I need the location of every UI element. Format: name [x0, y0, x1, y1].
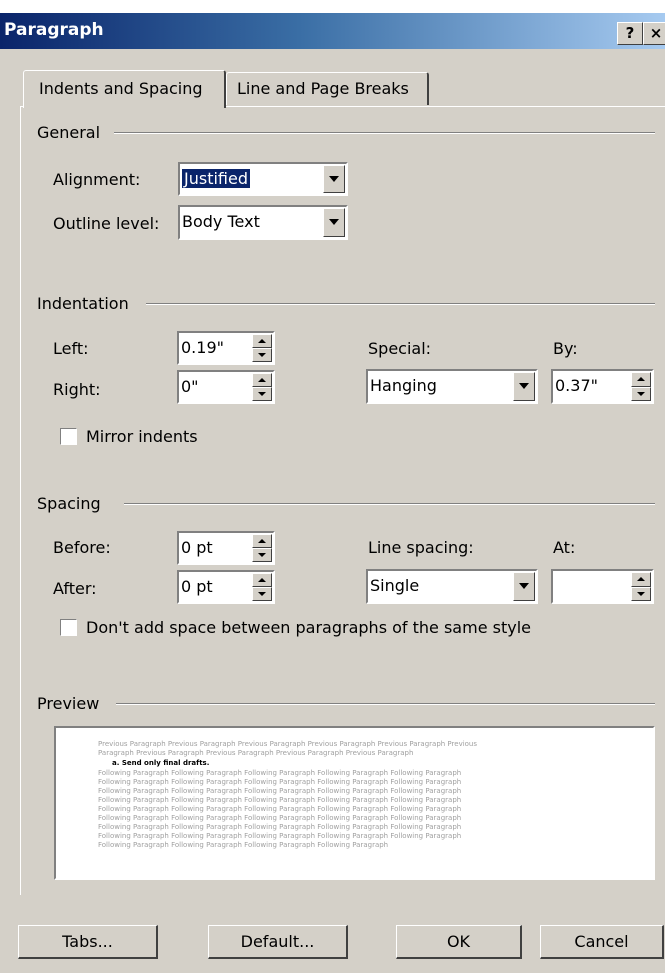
spin-up-icon[interactable]: [631, 372, 651, 387]
close-icon: ×: [649, 24, 663, 42]
spin-up-icon[interactable]: [252, 573, 272, 587]
general-separator: [114, 132, 655, 134]
dont-add-space-label[interactable]: Don't add space between paragraphs of th…: [86, 618, 531, 637]
chevron-down-icon: [519, 383, 529, 389]
mirror-indents-checkbox[interactable]: [60, 428, 77, 445]
preview-following-line: Following Paragraph Following Paragraph …: [98, 787, 462, 795]
spin-down-icon[interactable]: [252, 348, 272, 362]
preview-group-label: Preview: [37, 694, 100, 713]
outline-dropdown-button[interactable]: [323, 208, 345, 237]
special-dropdown-button[interactable]: [513, 372, 535, 401]
spin-down-icon[interactable]: [252, 587, 272, 601]
right-indent-value: 0": [181, 377, 199, 396]
spin-down-icon[interactable]: [252, 387, 272, 401]
by-spinner[interactable]: 0.37": [551, 369, 654, 404]
spin-up-icon[interactable]: [631, 572, 651, 587]
tab-label: Indents and Spacing: [39, 79, 203, 98]
general-group-label: General: [37, 123, 101, 142]
preview-following-line: Following Paragraph Following Paragraph …: [98, 796, 462, 804]
preview-following-line: Following Paragraph Following Paragraph …: [98, 778, 462, 786]
at-spin-buttons[interactable]: [631, 572, 651, 601]
special-select[interactable]: Hanging: [366, 369, 538, 404]
chevron-down-icon: [329, 219, 339, 225]
outline-level-label: Outline level:: [53, 214, 160, 233]
spin-down-icon[interactable]: [252, 548, 272, 562]
help-button[interactable]: ?: [617, 22, 643, 45]
indentation-separator: [146, 303, 655, 305]
line-spacing-value: Single: [370, 576, 420, 595]
spin-up-icon[interactable]: [252, 534, 272, 548]
title-bar[interactable]: Paragraph ? ×: [0, 13, 665, 49]
tabs-button[interactable]: Tabs...: [18, 925, 158, 959]
alignment-label: Alignment:: [53, 170, 141, 189]
tab-indents-and-spacing[interactable]: Indents and Spacing: [23, 70, 226, 108]
mirror-indents-label[interactable]: Mirror indents: [86, 427, 198, 446]
left-indent-spinner[interactable]: 0.19": [177, 331, 275, 365]
preview-following-line: Following Paragraph Following Paragraph …: [98, 769, 462, 777]
outline-level-select[interactable]: Body Text: [178, 205, 348, 240]
alignment-dropdown-button[interactable]: [323, 165, 345, 193]
preview-previous-line: Paragraph Previous Paragraph Previous Pa…: [98, 749, 414, 757]
before-label: Before:: [53, 538, 111, 557]
alignment-value: Justified: [181, 168, 251, 189]
line-spacing-label: Line spacing:: [368, 538, 474, 557]
by-spin-buttons[interactable]: [631, 372, 651, 401]
preview-following-line: Following Paragraph Following Paragraph …: [98, 832, 462, 840]
line-spacing-select[interactable]: Single: [366, 569, 538, 604]
after-spinner[interactable]: 0 pt: [177, 570, 275, 604]
preview-following-line: Following Paragraph Following Paragraph …: [98, 805, 462, 813]
preview-box: Previous Paragraph Previous Paragraph Pr…: [54, 726, 655, 880]
at-spinner[interactable]: [551, 569, 654, 604]
by-value: 0.37": [555, 376, 598, 395]
preview-following-line: Following Paragraph Following Paragraph …: [98, 841, 389, 849]
spacing-separator: [124, 503, 655, 505]
dont-add-space-checkbox[interactable]: [60, 619, 77, 636]
chevron-down-icon: [519, 583, 529, 589]
preview-current-paragraph: a. Send only final drafts.: [112, 759, 210, 767]
indentation-group-label: Indentation: [37, 294, 129, 313]
at-label: At:: [553, 538, 576, 557]
left-indent-value: 0.19": [181, 338, 224, 357]
after-spin-buttons[interactable]: [252, 573, 272, 601]
special-label: Special:: [368, 339, 432, 358]
alignment-select[interactable]: Justified: [178, 162, 348, 196]
tab-line-and-page-breaks[interactable]: Line and Page Breaks: [226, 72, 429, 105]
preview-separator: [116, 703, 655, 705]
dialog-title: Paragraph: [4, 20, 104, 40]
right-indent-label: Right:: [53, 380, 101, 399]
spin-up-icon[interactable]: [252, 334, 272, 348]
left-indent-label: Left:: [53, 339, 89, 358]
spacing-group-label: Spacing: [37, 494, 101, 513]
right-indent-spinner[interactable]: 0": [177, 370, 275, 404]
cancel-button[interactable]: Cancel: [540, 925, 664, 959]
special-value: Hanging: [370, 376, 437, 395]
after-label: After:: [53, 579, 97, 598]
default-button[interactable]: Default...: [208, 925, 348, 959]
before-value: 0 pt: [181, 538, 213, 557]
ok-button[interactable]: OK: [396, 925, 522, 959]
preview-following-line: Following Paragraph Following Paragraph …: [98, 814, 462, 822]
before-spin-buttons[interactable]: [252, 534, 272, 562]
spin-down-icon[interactable]: [631, 386, 651, 401]
close-button[interactable]: ×: [643, 22, 665, 45]
outline-level-value: Body Text: [182, 212, 260, 231]
preview-following-line: Following Paragraph Following Paragraph …: [98, 823, 462, 831]
tab-label: Line and Page Breaks: [237, 79, 409, 98]
right-indent-spin-buttons[interactable]: [252, 373, 272, 401]
before-spinner[interactable]: 0 pt: [177, 531, 275, 565]
left-indent-spin-buttons[interactable]: [252, 334, 272, 362]
line-spacing-dropdown-button[interactable]: [513, 572, 535, 601]
after-value: 0 pt: [181, 577, 213, 596]
spin-up-icon[interactable]: [252, 373, 272, 387]
help-icon: ?: [625, 24, 635, 42]
preview-previous-line: Previous Paragraph Previous Paragraph Pr…: [98, 740, 478, 748]
spin-down-icon[interactable]: [631, 586, 651, 601]
by-label: By:: [553, 339, 578, 358]
chevron-down-icon: [329, 176, 339, 182]
